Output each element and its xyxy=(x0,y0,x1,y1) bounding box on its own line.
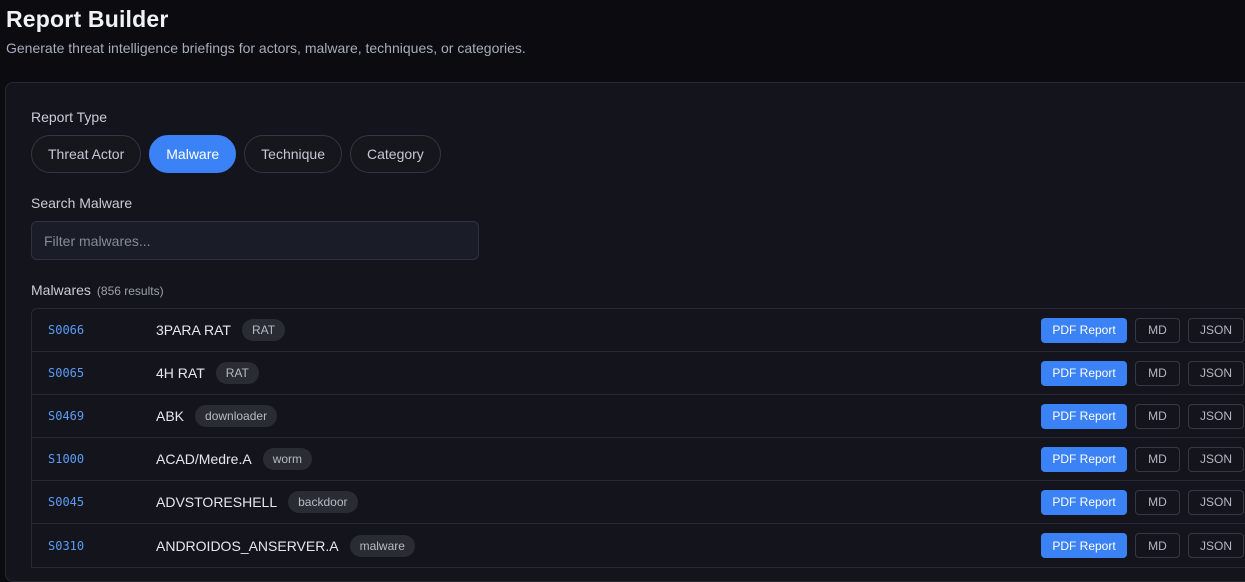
table-row: S0065 4H RAT RAT PDF Report MD JSON xyxy=(32,352,1245,395)
pdf-report-button[interactable]: PDF Report xyxy=(1041,317,1127,343)
malware-id[interactable]: S0469 xyxy=(48,409,84,423)
malware-type-tag: worm xyxy=(262,448,313,470)
malware-id[interactable]: S0065 xyxy=(48,366,84,380)
row-actions: PDF Report MD JSON xyxy=(1041,533,1244,558)
malware-type-tag: RAT xyxy=(215,362,259,384)
report-type-tabs: Threat Actor Malware Technique Category xyxy=(31,135,441,173)
malware-name: 3PARA RAT xyxy=(156,322,231,338)
malware-id[interactable]: S1000 xyxy=(48,452,84,466)
tab-malware[interactable]: Malware xyxy=(149,135,237,173)
table-row: S0045 ADVSTORESHELL backdoor PDF Report … xyxy=(32,481,1245,524)
malware-id[interactable]: S0045 xyxy=(48,495,84,509)
table-row: S0066 3PARA RAT RAT PDF Report MD JSON xyxy=(32,309,1245,352)
pdf-report-button[interactable]: PDF Report xyxy=(1041,360,1127,386)
report-type-label: Report Type xyxy=(31,109,108,125)
pdf-report-button[interactable]: PDF Report xyxy=(1041,533,1127,558)
table-row: S1000 ACAD/Medre.A worm PDF Report MD JS… xyxy=(32,438,1245,481)
pdf-report-button[interactable]: PDF Report xyxy=(1041,489,1127,515)
malware-type-tag: malware xyxy=(349,534,415,557)
md-export-button[interactable]: MD xyxy=(1135,533,1180,558)
json-export-button[interactable]: JSON xyxy=(1188,360,1244,386)
md-export-button[interactable]: MD xyxy=(1135,360,1180,386)
malware-type-tag: backdoor xyxy=(288,491,358,513)
malware-name: 4H RAT xyxy=(156,365,205,381)
row-actions: PDF Report MD JSON xyxy=(1041,360,1244,386)
json-export-button[interactable]: JSON xyxy=(1188,446,1244,472)
page-subtitle: Generate threat intelligence briefings f… xyxy=(6,40,526,56)
report-builder-card: Report Type Threat Actor Malware Techniq… xyxy=(5,82,1245,582)
md-export-button[interactable]: MD xyxy=(1135,489,1180,515)
row-actions: PDF Report MD JSON xyxy=(1041,403,1244,429)
row-actions: PDF Report MD JSON xyxy=(1041,489,1244,515)
json-export-button[interactable]: JSON xyxy=(1188,317,1244,343)
page-header: Report Builder Generate threat intellige… xyxy=(6,4,526,56)
malware-name: ABK xyxy=(156,408,185,424)
pdf-report-button[interactable]: PDF Report xyxy=(1041,403,1127,429)
results-label: Malwares xyxy=(31,282,91,298)
json-export-button[interactable]: JSON xyxy=(1188,403,1244,429)
search-label: Search Malware xyxy=(31,195,133,211)
malware-id[interactable]: S0310 xyxy=(48,539,84,553)
md-export-button[interactable]: MD xyxy=(1135,446,1180,472)
malware-type-tag: RAT xyxy=(241,319,286,341)
md-export-button[interactable]: MD xyxy=(1135,403,1180,429)
malware-type-tag: downloader xyxy=(195,405,278,427)
json-export-button[interactable]: JSON xyxy=(1188,489,1244,515)
results-count: (856 results) xyxy=(96,284,164,298)
table-row: S0310 ANDROIDOS_ANSERVER.A malware PDF R… xyxy=(32,524,1245,567)
json-export-button[interactable]: JSON xyxy=(1188,533,1244,558)
malware-name: ACAD/Medre.A xyxy=(156,451,252,467)
search-input[interactable] xyxy=(31,221,479,260)
tab-category[interactable]: Category xyxy=(350,135,441,173)
page-title: Report Builder xyxy=(6,6,169,32)
malware-name: ANDROIDOS_ANSERVER.A xyxy=(156,537,339,554)
md-export-button[interactable]: MD xyxy=(1135,317,1180,343)
tab-technique[interactable]: Technique xyxy=(244,135,342,173)
table-row: S0469 ABK downloader PDF Report MD JSON xyxy=(32,395,1245,438)
malware-id[interactable]: S0066 xyxy=(48,323,84,337)
malware-list: S0066 3PARA RAT RAT PDF Report MD JSON S… xyxy=(31,308,1245,568)
pdf-report-button[interactable]: PDF Report xyxy=(1041,446,1127,472)
row-actions: PDF Report MD JSON xyxy=(1041,446,1244,472)
tab-threat-actor[interactable]: Threat Actor xyxy=(31,135,142,173)
row-actions: PDF Report MD JSON xyxy=(1041,317,1244,343)
results-heading: Malwares (856 results) xyxy=(31,282,164,298)
malware-name: ADVSTORESHELL xyxy=(156,494,278,510)
